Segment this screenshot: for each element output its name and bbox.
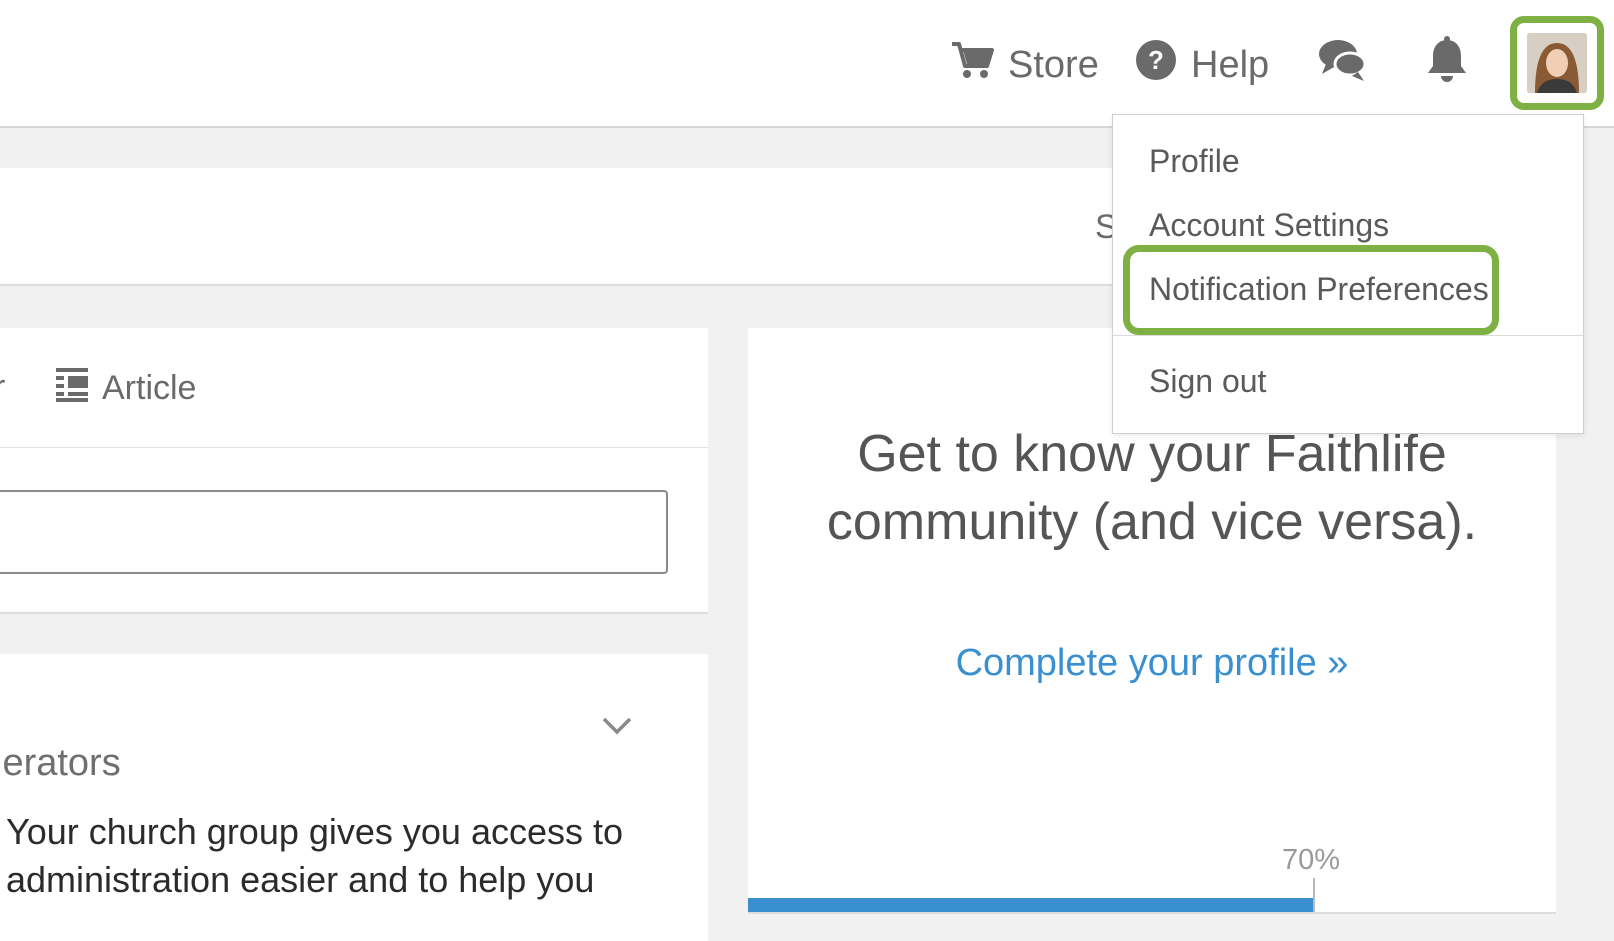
promo-headline: Get to know your Faithlife community (an… [748, 420, 1556, 556]
tab-article[interactable]: Article [56, 366, 196, 411]
avatar [1527, 33, 1587, 93]
account-menu-button[interactable] [1510, 16, 1604, 110]
post-composer: r Article [0, 328, 708, 614]
group-heading: lerators [0, 742, 121, 784]
progress-fill [748, 898, 1314, 912]
group-description-line: administration easier and to help you [6, 859, 595, 900]
help-icon: ? [1135, 39, 1177, 91]
menu-item-profile[interactable]: Profile [1149, 143, 1240, 180]
bell-icon [1425, 36, 1469, 94]
group-description: Your church group gives you access to ad… [6, 808, 706, 904]
store-label: Store [1008, 43, 1099, 86]
account-dropdown-menu: Profile Account Settings Notification Pr… [1112, 114, 1584, 434]
help-link[interactable]: ? Help [1135, 36, 1269, 94]
notifications-button[interactable] [1425, 36, 1469, 94]
top-bar: Store ? Help [0, 0, 1614, 128]
menu-divider [1113, 335, 1583, 336]
svg-text:?: ? [1148, 45, 1164, 75]
article-tab-label: Article [102, 369, 197, 407]
cart-icon [950, 38, 994, 92]
menu-item-sign-out[interactable]: Sign out [1149, 363, 1266, 400]
chevron-down-icon[interactable] [602, 716, 632, 741]
progress-marker [1312, 878, 1315, 912]
article-icon [56, 366, 88, 411]
complete-profile-link[interactable]: Complete your profile » [748, 642, 1556, 685]
help-label: Help [1191, 43, 1270, 86]
group-card: lerators Your church group gives you acc… [0, 654, 708, 941]
composer-tabs: r Article [0, 328, 708, 448]
store-link[interactable]: Store [950, 36, 1099, 94]
menu-item-account-settings[interactable]: Account Settings [1149, 207, 1389, 244]
promo-headline-line: community (and vice versa). [826, 493, 1478, 551]
tab-truncated[interactable]: r [0, 368, 5, 407]
progress-bar [748, 878, 1556, 912]
messages-button[interactable] [1318, 36, 1368, 94]
progress-percentage: 70% [1282, 844, 1341, 876]
group-description-line: Your church group gives you access to [6, 811, 624, 852]
menu-item-notification-preferences[interactable]: Notification Preferences [1149, 271, 1489, 308]
post-input[interactable] [0, 490, 668, 574]
search-bar-card [0, 168, 1170, 286]
messages-icon [1318, 36, 1368, 94]
